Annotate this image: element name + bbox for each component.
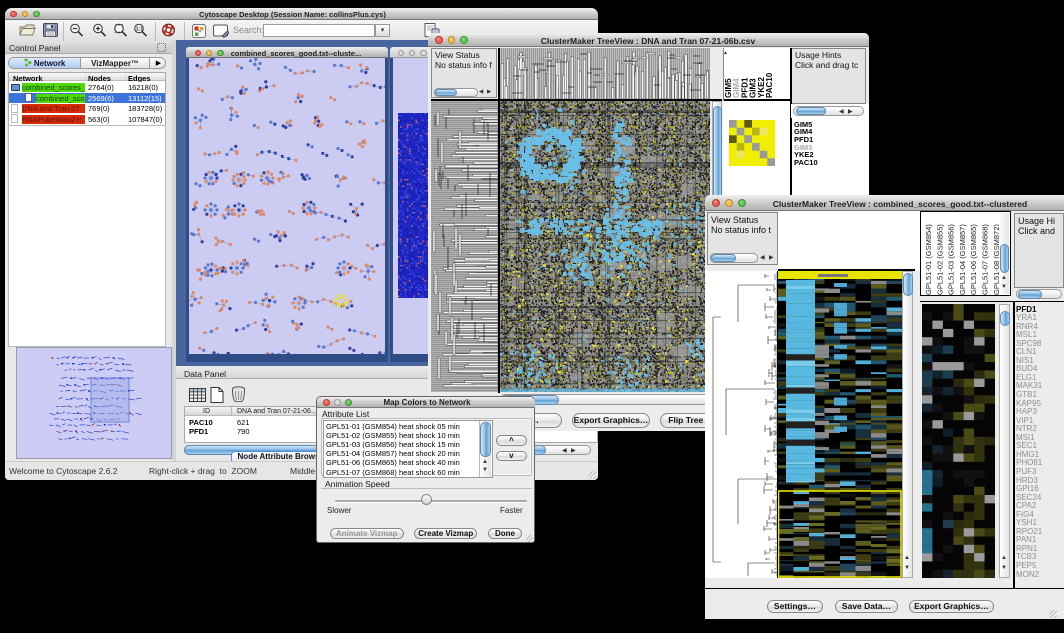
svg-text:1:1: 1:1 bbox=[136, 27, 143, 33]
svg-text:PAC10: PAC10 bbox=[765, 72, 774, 98]
